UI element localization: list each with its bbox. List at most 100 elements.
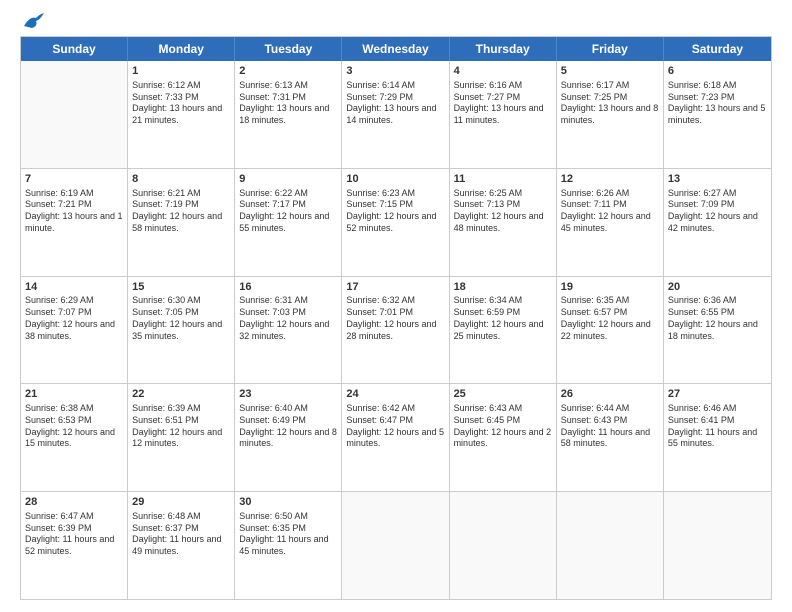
day-info: Sunrise: 6:48 AM Sunset: 6:37 PM Dayligh… bbox=[132, 511, 230, 558]
page-header bbox=[20, 18, 772, 26]
calendar-week-2: 7Sunrise: 6:19 AM Sunset: 7:21 PM Daylig… bbox=[21, 169, 771, 277]
day-number: 7 bbox=[25, 172, 123, 187]
day-number: 21 bbox=[25, 387, 123, 402]
calendar-day-empty bbox=[664, 492, 771, 599]
calendar-day-11: 11Sunrise: 6:25 AM Sunset: 7:13 PM Dayli… bbox=[450, 169, 557, 276]
calendar-day-empty bbox=[342, 492, 449, 599]
weekday-header-friday: Friday bbox=[557, 37, 664, 61]
day-number: 18 bbox=[454, 280, 552, 295]
day-info: Sunrise: 6:40 AM Sunset: 6:49 PM Dayligh… bbox=[239, 403, 337, 450]
day-number: 6 bbox=[668, 64, 767, 79]
logo bbox=[20, 18, 44, 26]
day-number: 27 bbox=[668, 387, 767, 402]
day-info: Sunrise: 6:23 AM Sunset: 7:15 PM Dayligh… bbox=[346, 188, 444, 235]
calendar-body: 1Sunrise: 6:12 AM Sunset: 7:33 PM Daylig… bbox=[21, 61, 771, 599]
calendar-day-13: 13Sunrise: 6:27 AM Sunset: 7:09 PM Dayli… bbox=[664, 169, 771, 276]
day-info: Sunrise: 6:35 AM Sunset: 6:57 PM Dayligh… bbox=[561, 295, 659, 342]
day-info: Sunrise: 6:19 AM Sunset: 7:21 PM Dayligh… bbox=[25, 188, 123, 235]
day-info: Sunrise: 6:21 AM Sunset: 7:19 PM Dayligh… bbox=[132, 188, 230, 235]
day-number: 19 bbox=[561, 280, 659, 295]
calendar-day-19: 19Sunrise: 6:35 AM Sunset: 6:57 PM Dayli… bbox=[557, 277, 664, 384]
day-info: Sunrise: 6:25 AM Sunset: 7:13 PM Dayligh… bbox=[454, 188, 552, 235]
calendar-day-27: 27Sunrise: 6:46 AM Sunset: 6:41 PM Dayli… bbox=[664, 384, 771, 491]
calendar-day-18: 18Sunrise: 6:34 AM Sunset: 6:59 PM Dayli… bbox=[450, 277, 557, 384]
day-info: Sunrise: 6:27 AM Sunset: 7:09 PM Dayligh… bbox=[668, 188, 767, 235]
day-number: 24 bbox=[346, 387, 444, 402]
day-info: Sunrise: 6:39 AM Sunset: 6:51 PM Dayligh… bbox=[132, 403, 230, 450]
calendar-day-25: 25Sunrise: 6:43 AM Sunset: 6:45 PM Dayli… bbox=[450, 384, 557, 491]
calendar-day-17: 17Sunrise: 6:32 AM Sunset: 7:01 PM Dayli… bbox=[342, 277, 449, 384]
day-info: Sunrise: 6:12 AM Sunset: 7:33 PM Dayligh… bbox=[132, 80, 230, 127]
day-number: 10 bbox=[346, 172, 444, 187]
calendar-day-24: 24Sunrise: 6:42 AM Sunset: 6:47 PM Dayli… bbox=[342, 384, 449, 491]
day-info: Sunrise: 6:44 AM Sunset: 6:43 PM Dayligh… bbox=[561, 403, 659, 450]
calendar-day-4: 4Sunrise: 6:16 AM Sunset: 7:27 PM Daylig… bbox=[450, 61, 557, 168]
weekday-header-wednesday: Wednesday bbox=[342, 37, 449, 61]
weekday-header-saturday: Saturday bbox=[664, 37, 771, 61]
day-number: 26 bbox=[561, 387, 659, 402]
calendar-day-8: 8Sunrise: 6:21 AM Sunset: 7:19 PM Daylig… bbox=[128, 169, 235, 276]
weekday-header-sunday: Sunday bbox=[21, 37, 128, 61]
day-info: Sunrise: 6:32 AM Sunset: 7:01 PM Dayligh… bbox=[346, 295, 444, 342]
day-number: 2 bbox=[239, 64, 337, 79]
calendar-day-14: 14Sunrise: 6:29 AM Sunset: 7:07 PM Dayli… bbox=[21, 277, 128, 384]
day-number: 20 bbox=[668, 280, 767, 295]
day-info: Sunrise: 6:47 AM Sunset: 6:39 PM Dayligh… bbox=[25, 511, 123, 558]
calendar-day-20: 20Sunrise: 6:36 AM Sunset: 6:55 PM Dayli… bbox=[664, 277, 771, 384]
day-number: 4 bbox=[454, 64, 552, 79]
weekday-header-tuesday: Tuesday bbox=[235, 37, 342, 61]
day-info: Sunrise: 6:13 AM Sunset: 7:31 PM Dayligh… bbox=[239, 80, 337, 127]
calendar-day-15: 15Sunrise: 6:30 AM Sunset: 7:05 PM Dayli… bbox=[128, 277, 235, 384]
calendar-day-21: 21Sunrise: 6:38 AM Sunset: 6:53 PM Dayli… bbox=[21, 384, 128, 491]
day-number: 5 bbox=[561, 64, 659, 79]
day-number: 17 bbox=[346, 280, 444, 295]
weekday-header-thursday: Thursday bbox=[450, 37, 557, 61]
calendar-day-empty bbox=[21, 61, 128, 168]
calendar-day-1: 1Sunrise: 6:12 AM Sunset: 7:33 PM Daylig… bbox=[128, 61, 235, 168]
day-info: Sunrise: 6:34 AM Sunset: 6:59 PM Dayligh… bbox=[454, 295, 552, 342]
calendar-week-1: 1Sunrise: 6:12 AM Sunset: 7:33 PM Daylig… bbox=[21, 61, 771, 169]
calendar-day-30: 30Sunrise: 6:50 AM Sunset: 6:35 PM Dayli… bbox=[235, 492, 342, 599]
day-number: 12 bbox=[561, 172, 659, 187]
day-number: 23 bbox=[239, 387, 337, 402]
calendar-day-23: 23Sunrise: 6:40 AM Sunset: 6:49 PM Dayli… bbox=[235, 384, 342, 491]
calendar-day-10: 10Sunrise: 6:23 AM Sunset: 7:15 PM Dayli… bbox=[342, 169, 449, 276]
calendar-week-3: 14Sunrise: 6:29 AM Sunset: 7:07 PM Dayli… bbox=[21, 277, 771, 385]
calendar-week-5: 28Sunrise: 6:47 AM Sunset: 6:39 PM Dayli… bbox=[21, 492, 771, 599]
calendar-day-12: 12Sunrise: 6:26 AM Sunset: 7:11 PM Dayli… bbox=[557, 169, 664, 276]
calendar-day-empty bbox=[557, 492, 664, 599]
calendar-day-26: 26Sunrise: 6:44 AM Sunset: 6:43 PM Dayli… bbox=[557, 384, 664, 491]
day-info: Sunrise: 6:16 AM Sunset: 7:27 PM Dayligh… bbox=[454, 80, 552, 127]
calendar-day-7: 7Sunrise: 6:19 AM Sunset: 7:21 PM Daylig… bbox=[21, 169, 128, 276]
day-number: 9 bbox=[239, 172, 337, 187]
day-info: Sunrise: 6:50 AM Sunset: 6:35 PM Dayligh… bbox=[239, 511, 337, 558]
day-number: 29 bbox=[132, 495, 230, 510]
day-number: 15 bbox=[132, 280, 230, 295]
day-info: Sunrise: 6:36 AM Sunset: 6:55 PM Dayligh… bbox=[668, 295, 767, 342]
day-number: 3 bbox=[346, 64, 444, 79]
day-number: 1 bbox=[132, 64, 230, 79]
logo-bird-icon bbox=[22, 12, 44, 30]
day-info: Sunrise: 6:17 AM Sunset: 7:25 PM Dayligh… bbox=[561, 80, 659, 127]
calendar-week-4: 21Sunrise: 6:38 AM Sunset: 6:53 PM Dayli… bbox=[21, 384, 771, 492]
day-info: Sunrise: 6:29 AM Sunset: 7:07 PM Dayligh… bbox=[25, 295, 123, 342]
calendar-day-16: 16Sunrise: 6:31 AM Sunset: 7:03 PM Dayli… bbox=[235, 277, 342, 384]
day-info: Sunrise: 6:42 AM Sunset: 6:47 PM Dayligh… bbox=[346, 403, 444, 450]
calendar-day-empty bbox=[450, 492, 557, 599]
calendar-day-6: 6Sunrise: 6:18 AM Sunset: 7:23 PM Daylig… bbox=[664, 61, 771, 168]
calendar-day-3: 3Sunrise: 6:14 AM Sunset: 7:29 PM Daylig… bbox=[342, 61, 449, 168]
day-number: 16 bbox=[239, 280, 337, 295]
day-info: Sunrise: 6:22 AM Sunset: 7:17 PM Dayligh… bbox=[239, 188, 337, 235]
calendar-day-28: 28Sunrise: 6:47 AM Sunset: 6:39 PM Dayli… bbox=[21, 492, 128, 599]
weekday-header-monday: Monday bbox=[128, 37, 235, 61]
calendar-day-22: 22Sunrise: 6:39 AM Sunset: 6:51 PM Dayli… bbox=[128, 384, 235, 491]
calendar-header-row: SundayMondayTuesdayWednesdayThursdayFrid… bbox=[21, 37, 771, 61]
day-number: 11 bbox=[454, 172, 552, 187]
day-info: Sunrise: 6:43 AM Sunset: 6:45 PM Dayligh… bbox=[454, 403, 552, 450]
day-number: 30 bbox=[239, 495, 337, 510]
day-info: Sunrise: 6:46 AM Sunset: 6:41 PM Dayligh… bbox=[668, 403, 767, 450]
calendar-day-9: 9Sunrise: 6:22 AM Sunset: 7:17 PM Daylig… bbox=[235, 169, 342, 276]
day-info: Sunrise: 6:18 AM Sunset: 7:23 PM Dayligh… bbox=[668, 80, 767, 127]
day-info: Sunrise: 6:30 AM Sunset: 7:05 PM Dayligh… bbox=[132, 295, 230, 342]
day-number: 28 bbox=[25, 495, 123, 510]
